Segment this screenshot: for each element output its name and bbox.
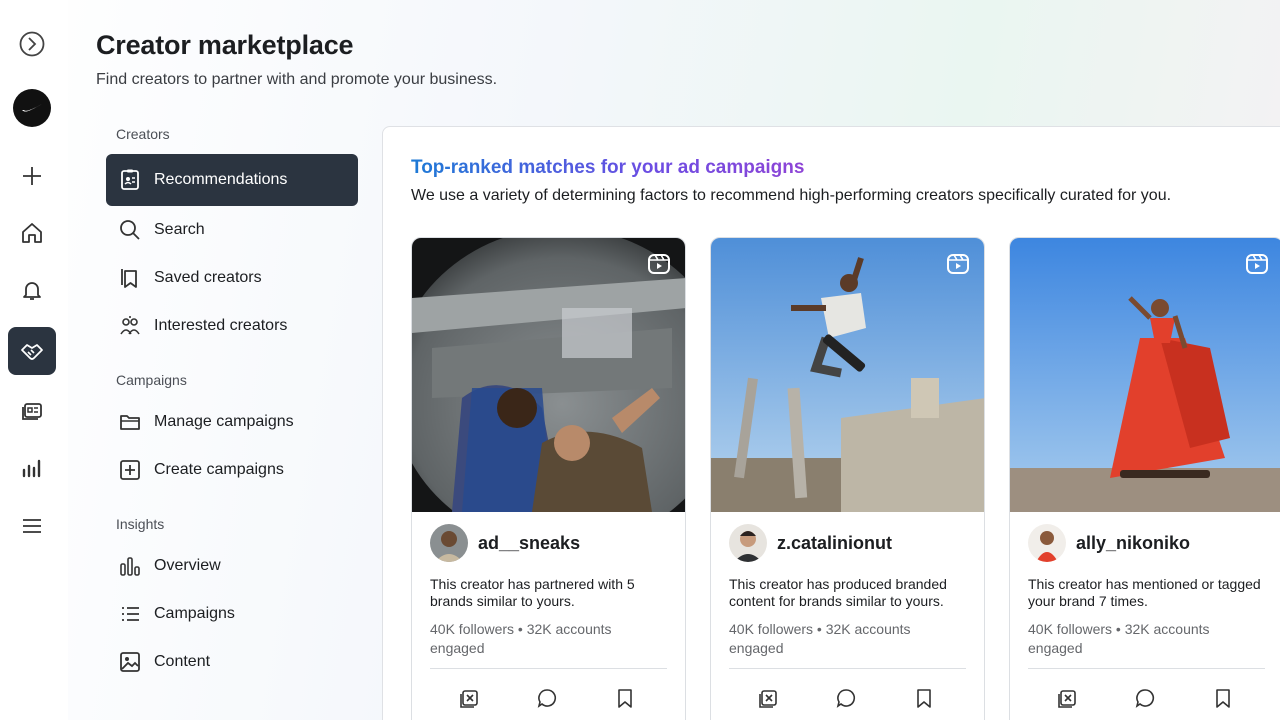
bar-chart-icon [118,554,142,578]
bell-icon[interactable] [8,266,56,314]
creator-handle[interactable]: ad__sneaks [478,533,580,554]
hide-creator-icon[interactable] [1057,687,1081,711]
avatar[interactable] [729,524,767,562]
creator-card[interactable]: ally_nikoniko This creator has mentioned… [1009,237,1280,720]
image-icon [118,650,142,674]
bookmark-icon[interactable] [1212,687,1236,711]
creator-reason: This creator has produced branded conten… [729,576,947,609]
nav-item-create-campaigns[interactable]: Create campaigns [106,446,358,494]
badge-icon [118,168,142,192]
home-icon[interactable] [8,209,56,257]
section-label-creators: Creators [116,126,170,142]
bookmark-icon[interactable] [614,687,638,711]
nav-item-label: Search [154,221,205,238]
creator-stats: 40K followers • 32K accounts engaged [1028,621,1210,656]
nav-item-recommendations[interactable]: Recommendations [106,154,358,206]
nav-item-content[interactable]: Content [106,638,358,686]
handshake-icon[interactable] [8,327,56,375]
nike-avatar[interactable] [8,84,56,132]
section-label-insights: Insights [116,516,165,532]
creator-stats: 40K followers • 32K accounts engaged [729,621,911,656]
saved-icon [118,266,142,290]
secondary-nav: Creators Recommendations Search Saved cr… [106,124,358,686]
folder-icon [118,410,142,434]
nav-item-label: Interested creators [154,317,288,334]
bookmark-icon[interactable] [913,687,937,711]
nav-item-label: Overview [154,557,221,574]
creator-reason: This creator has mentioned or tagged you… [1028,576,1261,609]
nav-item-label: Create campaigns [154,461,284,478]
reel-icon [1246,254,1268,274]
creator-reel-thumbnail[interactable] [412,238,685,512]
nav-item-search[interactable]: Search [106,206,358,254]
message-icon[interactable] [835,687,859,711]
meta-logo-icon[interactable] [8,20,56,68]
nav-item-label: Saved creators [154,269,262,286]
recommendations-panel: Top-ranked matches for your ad campaigns… [382,126,1280,720]
panel-description: We use a variety of determining factors … [411,187,1172,204]
hide-creator-icon[interactable] [758,687,782,711]
avatar[interactable] [430,524,468,562]
message-icon[interactable] [536,687,560,711]
creator-card[interactable]: ad__sneaks This creator has partnered wi… [411,237,686,720]
nav-item-campaigns-insights[interactable]: Campaigns [106,590,358,638]
nav-item-label: Content [154,653,211,670]
reel-icon [947,254,969,274]
message-icon[interactable] [1134,687,1158,711]
reel-icon [648,254,670,274]
creator-handle[interactable]: z.catalinionut [777,533,892,554]
ads-icon[interactable] [8,386,56,434]
nav-item-manage-campaigns[interactable]: Manage campaigns [106,398,358,446]
creator-reel-thumbnail[interactable] [1010,238,1280,512]
creator-stats: 40K followers • 32K accounts engaged [430,621,612,656]
panel-title: Top-ranked matches for your ad campaigns [411,157,805,178]
page-header: Creator marketplace Find creators to par… [96,30,497,89]
avatar[interactable] [1028,524,1066,562]
plus-icon[interactable] [8,152,56,200]
nav-item-interested-creators[interactable]: Interested creators [106,302,358,350]
list-icon [118,602,142,626]
insights-icon[interactable] [8,444,56,492]
creator-reel-thumbnail[interactable] [711,238,984,512]
section-label-campaigns: Campaigns [116,372,187,388]
people-icon [118,314,142,338]
nav-item-label: Manage campaigns [154,413,294,430]
creator-reason: This creator has partnered with 5 brands… [430,576,635,609]
menu-icon[interactable] [8,502,56,550]
page-subtitle: Find creators to partner with and promot… [96,71,498,88]
creator-card[interactable]: z.catalinionut This creator has produced… [710,237,985,720]
nav-item-label: Campaigns [154,605,235,622]
nav-item-label: Recommendations [154,171,288,188]
hide-creator-icon[interactable] [459,687,483,711]
plus-square-icon [118,458,142,482]
creator-handle[interactable]: ally_nikoniko [1076,533,1190,554]
search-icon [118,218,142,242]
nav-item-saved-creators[interactable]: Saved creators [106,254,358,302]
nav-item-overview[interactable]: Overview [106,542,358,590]
icon-rail [0,0,68,720]
page-title: Creator marketplace [96,30,354,60]
